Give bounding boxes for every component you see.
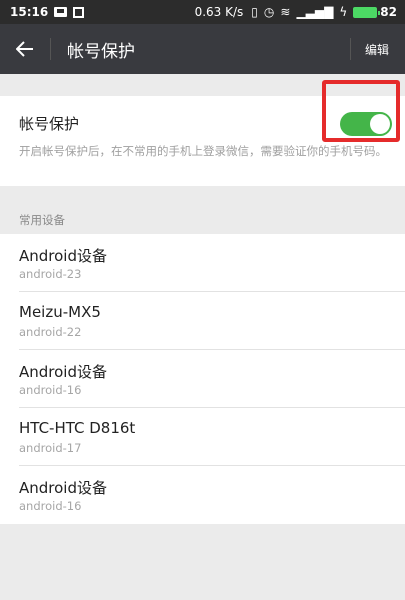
device-os: android-23: [19, 267, 82, 281]
device-row[interactable]: Meizu-MX5 android-22: [19, 292, 405, 350]
device-os: android-22: [19, 325, 82, 339]
device-row[interactable]: HTC-HTC D816t android-17: [19, 408, 405, 466]
device-name: Android设备: [19, 247, 107, 265]
charging-icon: ϟ: [339, 5, 348, 19]
device-list: Android设备 android-23 Meizu-MX5 android-2…: [0, 234, 405, 524]
device-row[interactable]: Android设备 android-16: [19, 350, 405, 408]
device-row[interactable]: Android设备 android-23: [19, 234, 405, 292]
edit-button[interactable]: 编辑: [365, 41, 389, 58]
device-os: android-16: [19, 383, 82, 397]
back-button[interactable]: [0, 24, 50, 74]
battery-level: 82: [380, 5, 397, 19]
device-os: android-16: [19, 499, 82, 513]
device-name: Meizu-MX5: [19, 303, 101, 321]
status-time: 15:16: [10, 5, 49, 19]
page-title: 帐号保护: [67, 41, 135, 62]
alarm-icon: ◷: [263, 5, 275, 19]
device-name: Android设备: [19, 479, 107, 497]
device-os: android-17: [19, 441, 82, 455]
account-protect-label: 帐号保护: [19, 115, 80, 133]
notification-icon: [73, 6, 85, 18]
status-bar: 15:16 0.63 K/s ▯ ◷ ≋ ▁▃▅▇ ϟ 82: [0, 0, 405, 24]
arrow-left-icon: [16, 41, 33, 57]
signal-icon: ▁▃▅▇: [296, 5, 334, 19]
title-bar: 帐号保护 编辑: [0, 24, 405, 74]
wifi-icon: ≋: [280, 5, 291, 19]
status-right: 0.63 K/s ▯ ◷ ≋ ▁▃▅▇ ϟ 82: [195, 5, 397, 19]
battery-icon: [353, 6, 381, 18]
common-devices-header: 常用设备: [19, 213, 65, 227]
device-name: HTC-HTC D816t: [19, 419, 136, 437]
device-name: Android设备: [19, 363, 107, 381]
message-icon: [54, 7, 68, 17]
edit-divider: [349, 38, 351, 60]
account-protect-description: 开启帐号保护后，在不常用的手机上登录微信，需要验证你的手机号码。: [19, 144, 387, 158]
annotation-highlight-box: [322, 80, 400, 142]
device-row[interactable]: Android设备 android-16: [19, 466, 405, 524]
vibrate-icon: ▯: [251, 5, 258, 19]
network-speed: 0.63 K/s: [194, 5, 244, 19]
title-divider: [50, 38, 51, 60]
